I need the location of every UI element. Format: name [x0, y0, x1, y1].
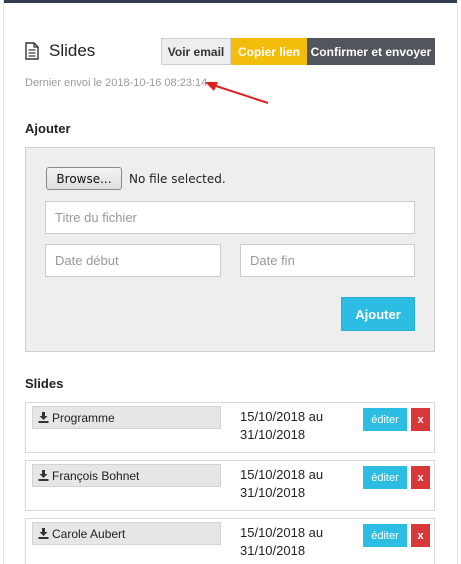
delete-button[interactable]: x [411, 408, 430, 431]
frame-border-left [3, 0, 4, 564]
slide-file-link[interactable]: François Bohnet [32, 464, 221, 487]
no-file-label: No file selected. [129, 171, 226, 186]
frame-border-right [457, 0, 458, 564]
slide-dates: 15/10/2018 au 31/10/2018 [240, 467, 324, 500]
slide-dates: 15/10/2018 au 31/10/2018 [240, 409, 324, 442]
slide-file-link[interactable]: Programme [32, 406, 221, 429]
view-email-button[interactable]: Voir email [161, 38, 231, 65]
page-title-text: Slides [49, 41, 96, 60]
file-title-input[interactable]: Titre du fichier [45, 201, 415, 234]
last-sent-timestamp: Dernier envoi le 2018-10-16 08:23:14 [25, 77, 208, 89]
edit-button[interactable]: éditer [363, 408, 407, 431]
top-rule [3, 0, 458, 3]
add-section-title: Ajouter [25, 121, 71, 136]
delete-button[interactable]: x [411, 466, 430, 489]
header-button-group: Voir email Copier lien Confirmer et envo… [161, 38, 435, 65]
slide-item: Programme 15/10/2018 au 31/10/2018 édite… [25, 402, 435, 453]
slide-file-name: Programme [52, 410, 115, 425]
delete-button[interactable]: x [411, 524, 430, 547]
start-date-input[interactable]: Date début [45, 244, 221, 277]
edit-button[interactable]: éditer [363, 524, 407, 547]
download-icon [38, 528, 49, 539]
red-arrow-annotation [205, 82, 269, 104]
browse-button[interactable]: Browse... [46, 167, 122, 190]
slide-file-name: François Bohnet [52, 468, 140, 483]
upload-panel: Browse... No file selected. Titre du fic… [25, 147, 435, 352]
page-title: Slides [25, 40, 95, 62]
slides-section-title: Slides [25, 376, 64, 391]
file-text-icon [25, 42, 39, 60]
end-date-input[interactable]: Date fin [240, 244, 415, 277]
slide-item: François Bohnet 15/10/2018 au 31/10/2018… [25, 460, 435, 511]
slide-item: Carole Aubert 15/10/2018 au 31/10/2018 é… [25, 518, 435, 564]
copy-link-button[interactable]: Copier lien [231, 38, 307, 65]
slide-dates: 15/10/2018 au 31/10/2018 [240, 525, 324, 558]
add-button[interactable]: Ajouter [341, 297, 415, 331]
edit-button[interactable]: éditer [363, 466, 407, 489]
file-picker: Browse... No file selected. [46, 167, 226, 190]
download-icon [38, 412, 49, 423]
confirm-and-send-button[interactable]: Confirmer et envoyer [307, 38, 435, 65]
slide-file-name: Carole Aubert [52, 526, 126, 541]
slide-file-link[interactable]: Carole Aubert [32, 522, 221, 545]
download-icon [38, 470, 49, 481]
